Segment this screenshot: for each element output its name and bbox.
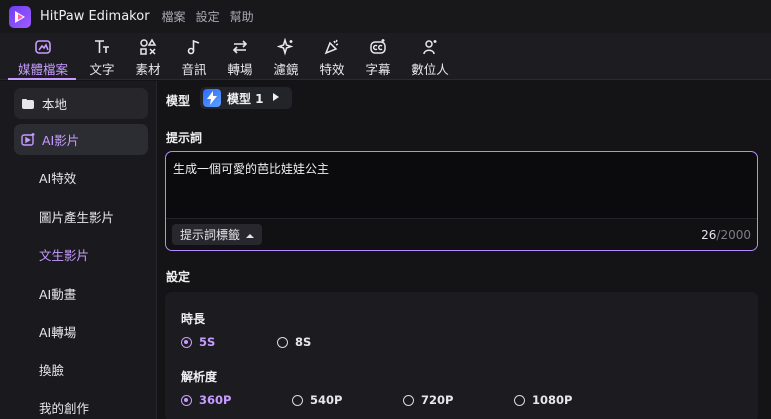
char-max: /2000 — [716, 228, 751, 242]
duration-option-8s-label: 8S — [295, 335, 312, 349]
digital-human-icon — [419, 36, 441, 58]
subtitle-icon — [367, 36, 389, 58]
model-name: 模型 1 — [227, 91, 264, 106]
main-toolbar: 媒體檔案 文字 素材 音訊 轉場 濾鏡 特效 字幕 數位人 — [0, 33, 771, 80]
resolution-option-720p-label: 720P — [421, 393, 454, 407]
filter-icon — [275, 36, 297, 58]
transition-icon — [229, 36, 251, 58]
prompt-footer: 提示詞標籤 26/2000 — [166, 218, 757, 250]
model-label: 模型 — [166, 94, 191, 108]
prompt-tags-button[interactable]: 提示詞標籤 — [172, 224, 263, 245]
radio-unchecked-icon — [514, 394, 525, 406]
ai-video-icon — [20, 132, 36, 148]
resolution-option-360p[interactable]: 360P — [181, 393, 231, 407]
audio-icon — [183, 36, 205, 58]
sidebar-item-ai-video[interactable]: AI影片 — [14, 124, 148, 155]
elements-icon — [137, 36, 159, 58]
resolution-label: 解析度 — [181, 370, 218, 384]
settings-panel: 時長 5S 8S 解析度 360P 540P 720P 1080P — [165, 292, 758, 419]
sidebar-item-local-label: 本地 — [42, 97, 68, 112]
effects-icon — [321, 36, 343, 58]
sidebar-item-ai-transition[interactable]: AI轉場 — [39, 322, 76, 341]
tab-filter[interactable]: 濾鏡 — [271, 33, 301, 80]
menu-settings[interactable]: 設定 — [196, 8, 220, 25]
tab-digital-human[interactable]: 數位人 — [409, 33, 451, 80]
duration-option-5s-label: 5S — [199, 335, 216, 349]
main-panel: 模型 模型 1 提示詞 生成一個可愛的芭比娃娃公主 提示詞標籤 26/2000 … — [158, 81, 771, 419]
menu-file[interactable]: 檔案 — [162, 8, 186, 25]
sidebar-item-face-swap[interactable]: 換臉 — [39, 360, 64, 379]
caret-up-icon — [246, 228, 255, 242]
lightning-icon — [203, 89, 221, 107]
prompt-text: 生成一個可愛的芭比娃娃公主 — [173, 162, 330, 176]
char-count: 26 — [701, 228, 717, 242]
sidebar-item-ai-effects[interactable]: AI特效 — [39, 168, 76, 187]
duration-option-5s[interactable]: 5S — [181, 335, 215, 349]
sidebar-item-my-creations[interactable]: 我的創作 — [39, 398, 89, 417]
tab-transition-label: 轉場 — [227, 61, 253, 77]
resolution-option-540p-label: 540P — [310, 393, 343, 407]
tab-audio[interactable]: 音訊 — [179, 33, 209, 80]
tab-subtitle[interactable]: 字幕 — [363, 33, 393, 80]
duration-label: 時長 — [181, 312, 206, 326]
tab-transition[interactable]: 轉場 — [225, 33, 255, 80]
resolution-option-540p[interactable]: 540P — [292, 393, 342, 407]
sidebar-item-ai-animation[interactable]: AI動畫 — [39, 284, 76, 303]
menu-help[interactable]: 幫助 — [230, 8, 254, 25]
resolution-option-1080p[interactable]: 1080P — [514, 393, 572, 407]
char-counter: 26/2000 — [701, 228, 751, 242]
tab-text-label: 文字 — [89, 61, 115, 77]
sidebar-item-text-to-video[interactable]: 文生影片 — [39, 245, 89, 264]
sidebar-item-local[interactable]: 本地 — [14, 88, 148, 119]
radio-unchecked-icon — [403, 394, 414, 406]
title-bar: HitPaw Edimakor 檔案 設定 幫助 — [0, 0, 771, 33]
tab-subtitle-label: 字幕 — [365, 61, 391, 77]
app-title: HitPaw Edimakor — [40, 9, 150, 24]
tab-filter-label: 濾鏡 — [273, 61, 299, 77]
duration-option-8s[interactable]: 8S — [277, 335, 311, 349]
resolution-option-1080p-label: 1080P — [532, 393, 573, 407]
radio-unchecked-icon — [277, 336, 288, 348]
radio-unchecked-icon — [292, 394, 303, 406]
tab-elements-label: 素材 — [135, 61, 161, 77]
sidebar-item-image-to-video[interactable]: 圖片產生影片 — [39, 207, 114, 226]
tab-elements[interactable]: 素材 — [133, 33, 163, 80]
prompt-label: 提示詞 — [166, 131, 203, 145]
tab-effects[interactable]: 特效 — [317, 33, 347, 80]
tab-digital-human-label: 數位人 — [411, 61, 449, 77]
sidebar: 本地 AI影片 AI特效 圖片產生影片 文生影片 AI動畫 AI轉場 換臉 我的… — [0, 81, 157, 419]
model-selector[interactable]: 模型 1 — [200, 87, 292, 109]
radio-checked-icon — [181, 394, 192, 406]
caret-right-icon — [272, 91, 280, 106]
tab-text[interactable]: 文字 — [86, 33, 118, 80]
radio-checked-icon — [181, 336, 192, 348]
prompt-tags-label: 提示詞標籤 — [180, 228, 241, 242]
resolution-option-360p-label: 360P — [199, 393, 232, 407]
resolution-option-720p[interactable]: 720P — [403, 393, 453, 407]
tab-audio-label: 音訊 — [181, 61, 207, 77]
active-tab-indicator — [8, 78, 76, 80]
app-logo-icon — [9, 5, 31, 28]
tab-media[interactable]: 媒體檔案 — [14, 33, 72, 80]
tab-media-label: 媒體檔案 — [17, 61, 68, 77]
settings-label: 設定 — [166, 270, 191, 284]
tab-effects-label: 特效 — [319, 61, 345, 77]
text-icon — [91, 36, 113, 58]
prompt-textarea[interactable]: 生成一個可愛的芭比娃娃公主 提示詞標籤 26/2000 — [165, 151, 758, 251]
sidebar-item-ai-video-label: AI影片 — [42, 133, 80, 148]
folder-icon — [20, 96, 36, 112]
media-icon — [32, 36, 54, 58]
